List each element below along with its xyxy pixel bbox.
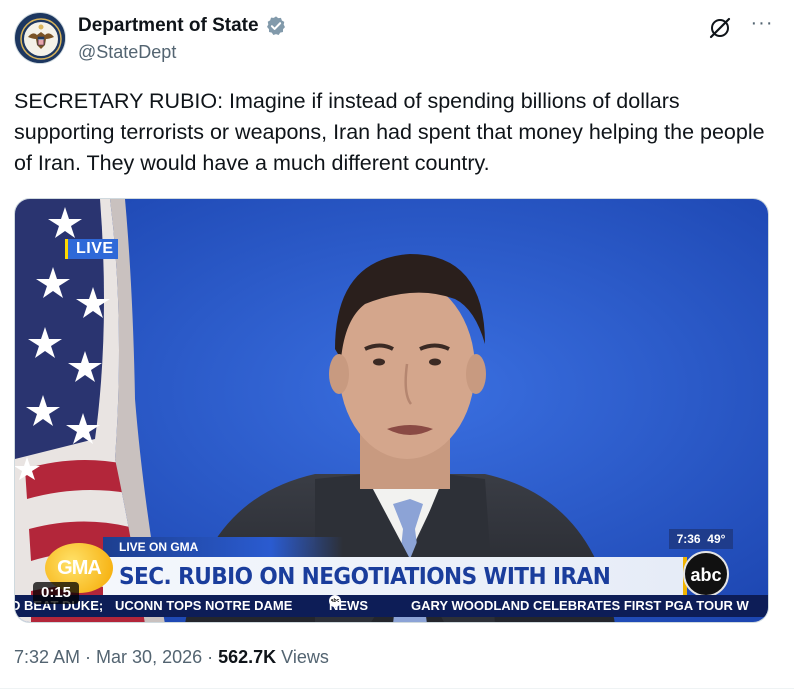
news-ticker: D BEAT DUKE; UCONN TOPS NOTRE DAME abc NE… (15, 595, 768, 617)
time-temperature-bug: 7:36 49° (669, 529, 733, 549)
meta-separator: · (80, 647, 97, 667)
tweet-meta: 7:32 AM · Mar 30, 2026 · 562.7K Views (14, 647, 329, 668)
avatar[interactable] (14, 12, 66, 64)
live-badge: LIVE (65, 239, 118, 259)
temperature-text: 49° (707, 532, 726, 546)
views-count: 562.7K (218, 647, 277, 667)
account-handle[interactable]: @StateDept (78, 42, 176, 63)
meta-separator: · (202, 647, 219, 667)
ticker-item: UCONN TOPS NOTRE DAME (115, 598, 293, 613)
video-headline: SEC. RUBIO ON NEGOTIATIONS WITH IRAN (119, 564, 611, 590)
tweet-text: SECRETARY RUBIO: Imagine if instead of s… (14, 89, 771, 175)
verified-badge-icon (266, 16, 285, 35)
views-label: Views (276, 647, 329, 667)
tweet-date[interactable]: Mar 30, 2026 (96, 647, 202, 667)
live-on-gma-label: LIVE ON GMA (103, 537, 343, 557)
divider (0, 688, 794, 689)
ticker-news-label: NEWS (329, 598, 368, 613)
ticker-item: GARY WOODLAND CELEBRATES FIRST PGA TOUR … (411, 598, 749, 613)
account-name[interactable]: Department of State (78, 15, 259, 37)
state-seal-icon (16, 14, 65, 63)
more-options-button[interactable]: ··· (746, 12, 778, 40)
clock-text: 7:36 (676, 532, 701, 546)
tweet-time[interactable]: 7:32 AM (14, 647, 80, 667)
tweet-header: Department of State @StateDept ··· (14, 12, 780, 70)
name-row: Department of State (78, 15, 287, 37)
video-duration: 0:15 (33, 582, 80, 604)
abc-logo: abc (683, 551, 729, 597)
grok-slash-icon[interactable] (706, 14, 734, 42)
video-player[interactable]: LIVE LIVE ON GMA SEC. RUBIO ON NEGOTIATI… (14, 198, 769, 623)
